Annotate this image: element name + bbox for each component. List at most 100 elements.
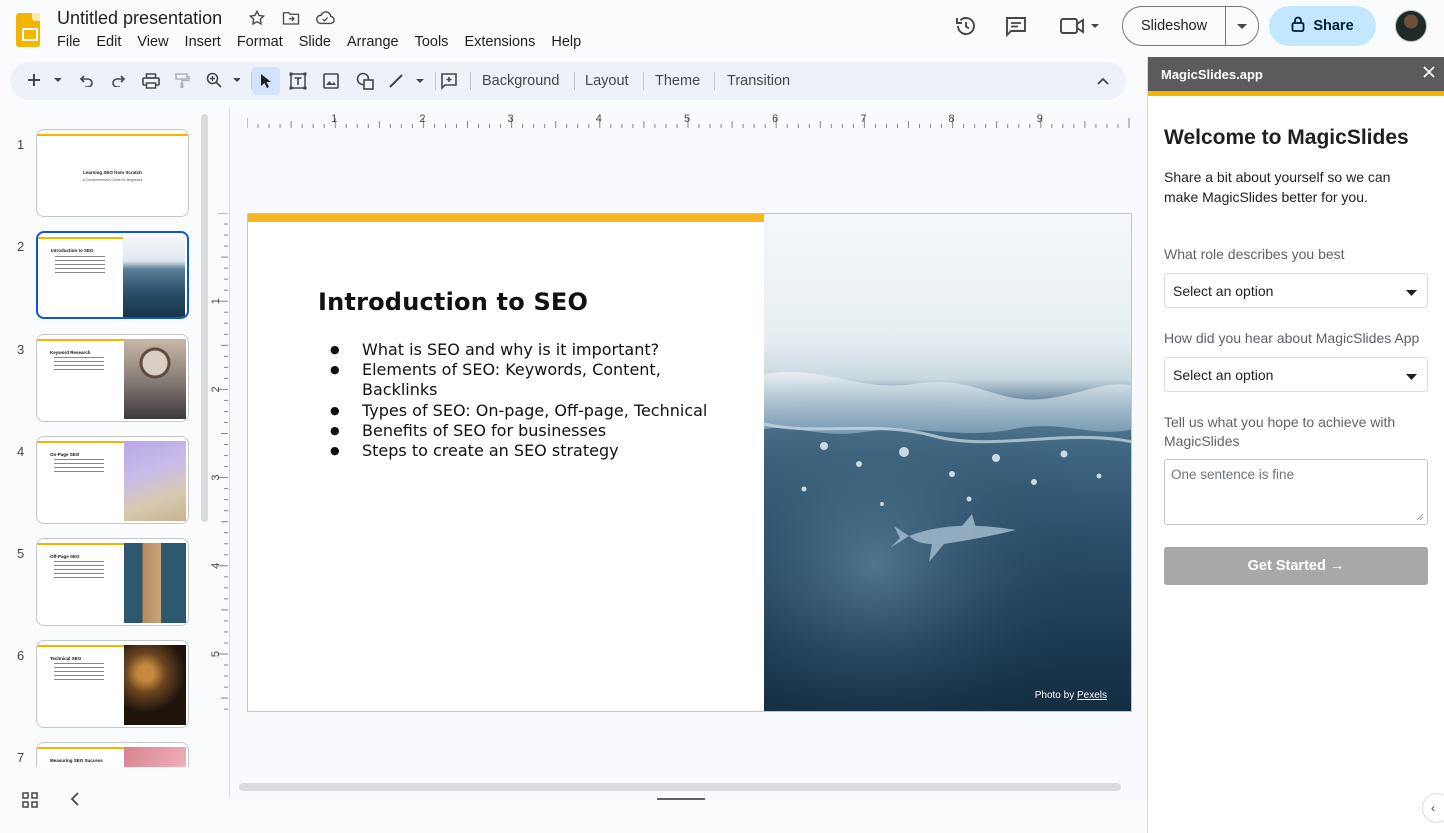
magicslides-panel: MagicSlides.app Welcome to MagicSlides S…	[1147, 57, 1444, 833]
slide-bullet-list[interactable]: What is SEO and why is it important? Ele…	[330, 340, 740, 461]
menu-extensions[interactable]: Extensions	[456, 32, 543, 52]
slide-thumbnail[interactable]: Off-Page SEO	[36, 538, 189, 626]
bullet-item: Benefits of SEO for businesses	[330, 421, 740, 441]
menu-insert[interactable]: Insert	[177, 32, 229, 52]
slideshow-button[interactable]: Slideshow	[1123, 7, 1226, 45]
filmstrip-slide[interactable]: 1 Learning SEO from Scratch A Comprehens…	[0, 129, 200, 221]
menu-arrange[interactable]: Arrange	[339, 32, 407, 52]
welcome-heading: Welcome to MagicSlides	[1164, 126, 1409, 149]
goal-label: Tell us what you hope to achieve with Ma…	[1164, 414, 1396, 449]
undo-icon[interactable]	[76, 67, 98, 95]
avatar[interactable]	[1395, 10, 1427, 42]
meet-icon[interactable]	[1057, 12, 1103, 40]
slide-image[interactable]: Photo by Pexels	[764, 214, 1131, 711]
menu-edit[interactable]: Edit	[88, 32, 129, 52]
thumbnail-image	[124, 645, 186, 725]
slide-thumbnail[interactable]: Keyword Research	[36, 334, 189, 422]
menu-view[interactable]: View	[129, 32, 176, 52]
title-actions	[246, 8, 336, 28]
filmstrip-slide[interactable]: 7 Measuring SEO Success	[0, 742, 200, 767]
add-comment-icon[interactable]	[437, 67, 461, 95]
paint-format-icon[interactable]	[171, 67, 193, 95]
left-ruler: 1 2 3 4 5	[210, 213, 228, 710]
share-button[interactable]: Share	[1269, 6, 1376, 46]
comments-icon[interactable]	[1002, 12, 1030, 40]
slide-thumbnail[interactable]: On-Page SEO	[36, 436, 189, 524]
slide-thumbnail[interactable]: Learning SEO from Scratch A Comprehensiv…	[36, 129, 189, 217]
slides-logo-icon[interactable]	[16, 13, 40, 47]
background-button[interactable]: Background	[482, 67, 559, 95]
filmstrip-slide[interactable]: 2 Introduction to SEO	[0, 231, 200, 323]
toolbar-divider	[435, 72, 436, 90]
theme-button[interactable]: Theme	[655, 67, 700, 95]
filmstrip-scrollbar[interactable]	[201, 114, 208, 522]
cloud-saved-icon[interactable]	[314, 8, 336, 28]
ruler-label: 3	[508, 113, 514, 125]
ruler-label: 5	[210, 651, 222, 657]
slide-thumbnail[interactable]: Introduction to SEO	[36, 231, 189, 319]
bullet-item: Steps to create an SEO strategy	[330, 441, 740, 461]
new-slide-button[interactable]	[24, 67, 64, 95]
document-title[interactable]: Untitled presentation	[55, 6, 224, 31]
get-started-button[interactable]: Get Started →	[1164, 547, 1428, 585]
collapse-side-panel-icon[interactable]: ‹	[1422, 793, 1444, 823]
line-icon[interactable]	[386, 67, 426, 95]
top-ruler: 1 2 3 4 5 6 7 8 9	[247, 113, 1130, 128]
ruler-label: 2	[210, 386, 222, 392]
filmstrip-slide[interactable]: 4 On-Page SEO	[0, 436, 200, 528]
grid-view-icon[interactable]	[22, 792, 38, 813]
menu-help[interactable]: Help	[543, 32, 589, 52]
menu-tools[interactable]: Tools	[407, 32, 457, 52]
filmstrip-slide[interactable]: 3 Keyword Research	[0, 334, 200, 426]
menu-file[interactable]: File	[49, 32, 88, 52]
share-label: Share	[1313, 18, 1354, 34]
zoom-button[interactable]	[204, 67, 242, 95]
star-icon[interactable]	[246, 8, 268, 28]
dropdown-arrow-icon	[1406, 367, 1417, 383]
plus-icon	[27, 73, 62, 90]
slide-preview[interactable]: Introduction to SEO What is SEO and why …	[247, 213, 1132, 712]
slide-thumbnail[interactable]: Measuring SEO Success	[36, 742, 189, 767]
filmstrip-slide[interactable]: 6 Technical SEO	[0, 640, 200, 732]
text-box-icon[interactable]	[286, 67, 310, 95]
menu-format[interactable]: Format	[229, 32, 291, 52]
slide-accent-bar	[248, 214, 764, 222]
accent-bar	[37, 134, 188, 136]
insert-image-icon[interactable]	[319, 67, 343, 95]
chevron-down-icon	[1237, 17, 1247, 35]
redo-icon[interactable]	[107, 67, 129, 95]
speaker-notes-handle[interactable]	[657, 798, 705, 800]
slide-number: 3	[17, 342, 25, 357]
version-history-icon[interactable]	[952, 12, 980, 40]
filmstrip-slide[interactable]: 5 Off-Page SEO	[0, 538, 200, 630]
collapse-toolbar-icon[interactable]	[1092, 67, 1114, 95]
thumbnail-title: Keyword Research	[50, 350, 91, 355]
slide-thumbnail[interactable]: Technical SEO	[36, 640, 189, 728]
zoom-icon	[206, 72, 241, 91]
close-icon[interactable]	[1422, 65, 1436, 82]
thumbnail-image	[124, 543, 186, 623]
ruler-label: 4	[210, 563, 222, 569]
select-tool-icon[interactable]	[252, 67, 280, 95]
pexels-link[interactable]: Pexels	[1077, 690, 1107, 701]
resize-handle-icon[interactable]	[1416, 513, 1424, 521]
print-icon[interactable]	[139, 67, 163, 95]
layout-button[interactable]: Layout	[585, 67, 629, 95]
role-select[interactable]: Select an option	[1164, 273, 1428, 308]
slide-title[interactable]: Introduction to SEO	[318, 288, 588, 316]
move-to-folder-icon[interactable]	[280, 8, 302, 28]
horizontal-scrollbar[interactable]	[239, 783, 1121, 791]
shape-icon[interactable]	[353, 67, 377, 95]
filmstrip: 1 Learning SEO from Scratch A Comprehens…	[0, 112, 212, 767]
accent-bar	[38, 237, 125, 239]
goal-textarea[interactable]: One sentence is fine	[1164, 459, 1428, 525]
collapse-filmstrip-icon[interactable]	[70, 792, 80, 813]
dropdown-arrow-icon	[1406, 283, 1417, 299]
transition-button[interactable]: Transition	[727, 67, 790, 95]
accent-bar	[37, 645, 125, 647]
slideshow-options-button[interactable]	[1226, 7, 1258, 45]
slide-number: 6	[17, 648, 25, 663]
filmstrip-controls	[22, 792, 80, 813]
menu-slide[interactable]: Slide	[291, 32, 339, 52]
source-select[interactable]: Select an option	[1164, 357, 1428, 392]
